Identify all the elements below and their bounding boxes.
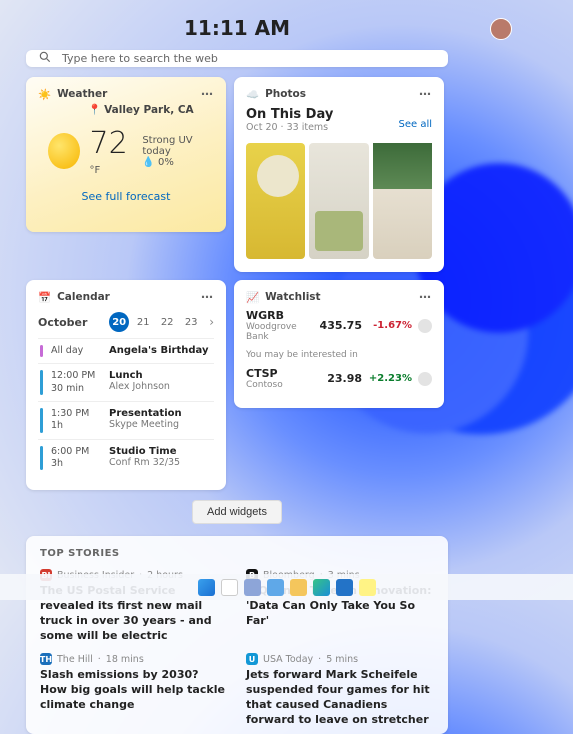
- story-age: 18 mins: [106, 654, 144, 665]
- event-color-bar: [40, 345, 43, 357]
- ticker-price: 435.75: [316, 319, 362, 332]
- photos-widget[interactable]: ☁️ Photos ⋯ On This Day Oct 20 · 33 item…: [234, 77, 444, 272]
- taskbar-search-icon[interactable]: [221, 579, 238, 596]
- calendar-day[interactable]: 23: [181, 312, 201, 332]
- event-subtitle: Skype Meeting: [109, 419, 182, 430]
- photo-thumb[interactable]: [309, 143, 368, 259]
- photo-thumb[interactable]: [373, 143, 432, 259]
- see-full-forecast-link[interactable]: See full forecast: [38, 190, 214, 203]
- taskbar[interactable]: [0, 574, 573, 600]
- source-icon: U: [246, 653, 258, 665]
- calendar-label: Calendar: [57, 291, 110, 303]
- event-color-bar: [40, 446, 43, 471]
- photo-thumb[interactable]: [246, 143, 305, 259]
- event-time: 6:00 PM3h: [51, 446, 101, 471]
- weather-temp: 72: [90, 126, 128, 161]
- photos-strip[interactable]: [246, 143, 432, 259]
- event-subtitle: Alex Johnson: [109, 381, 170, 392]
- story-source: USA Today: [263, 654, 313, 665]
- watchlist-row[interactable]: WGRB Woodgrove Bank 435.75 -1.67%: [246, 304, 432, 347]
- ticker-name: Woodgrove Bank: [246, 322, 310, 342]
- weather-unit: °F: [90, 165, 101, 176]
- photos-label: Photos: [265, 88, 306, 100]
- follow-toggle-icon[interactable]: [418, 319, 432, 333]
- ticker-name: Contoso: [246, 380, 310, 390]
- calendar-event[interactable]: 1:30 PM1h Presentation Skype Meeting: [38, 401, 214, 439]
- source-icon: TH: [40, 653, 52, 665]
- story-age: 5 mins: [326, 654, 358, 665]
- top-stories-heading: TOP STORIES: [40, 548, 434, 559]
- calendar-event[interactable]: 12:00 PM30 min Lunch Alex Johnson: [38, 363, 214, 401]
- weather-more-icon[interactable]: ⋯: [201, 87, 214, 101]
- watchlist-row[interactable]: CTSP Contoso 23.98 +2.23%: [246, 362, 432, 395]
- pin-icon: 📍: [88, 103, 101, 116]
- search-placeholder: Type here to search the web: [62, 52, 218, 65]
- search-box[interactable]: Type here to search the web: [26, 50, 448, 67]
- taskview-icon[interactable]: [244, 579, 261, 596]
- event-title: Studio Time: [109, 446, 180, 457]
- watchlist-more-icon[interactable]: ⋯: [419, 290, 432, 304]
- calendar-day[interactable]: 21: [133, 312, 153, 332]
- outlook-icon[interactable]: [336, 579, 353, 596]
- calendar-event[interactable]: 6:00 PM3h Studio Time Conf Rm 32/35: [38, 439, 214, 477]
- start-icon[interactable]: [198, 579, 215, 596]
- photos-more-icon[interactable]: ⋯: [419, 87, 432, 101]
- event-time: 1:30 PM1h: [51, 408, 101, 433]
- event-title: Lunch: [109, 370, 170, 381]
- event-time: All day: [51, 345, 101, 357]
- story-item[interactable]: U USA Today · 5 mins Jets forward Mark S…: [246, 653, 434, 727]
- edge-icon[interactable]: [313, 579, 330, 596]
- watchlist-hint: You may be interested in: [246, 350, 432, 360]
- weather-label: Weather: [57, 88, 107, 100]
- calendar-month: October: [38, 316, 101, 329]
- weather-location: 📍 Valley Park, CA: [88, 103, 214, 116]
- event-time: 12:00 PM30 min: [51, 370, 101, 395]
- sun-icon: [48, 133, 80, 169]
- ticker-symbol: WGRB: [246, 309, 310, 322]
- event-title: Angela's Birthday: [109, 345, 208, 356]
- widgets-panel: 11:11 AM Type here to search the web ☀️ …: [26, 10, 448, 570]
- weather-icon: ☀️: [38, 88, 51, 101]
- ticker-change: +2.23%: [368, 373, 412, 384]
- top-stories-card: TOP STORIES BI Business Insider · 2 hour…: [26, 536, 448, 734]
- event-title: Presentation: [109, 408, 182, 419]
- photos-see-all-link[interactable]: See all: [398, 119, 432, 130]
- calendar-widget[interactable]: 📅 Calendar ⋯ October 20212223 › All day …: [26, 280, 226, 490]
- event-color-bar: [40, 370, 43, 395]
- add-widgets-button[interactable]: Add widgets: [192, 500, 282, 524]
- panel-clock: 11:11 AM: [184, 16, 290, 40]
- event-color-bar: [40, 408, 43, 433]
- widgets-icon[interactable]: [267, 579, 284, 596]
- calendar-day[interactable]: 22: [157, 312, 177, 332]
- story-title: Slash emissions by 2030? How big goals w…: [40, 668, 228, 713]
- photos-icon: ☁️: [246, 88, 259, 101]
- story-item[interactable]: TH The Hill · 18 mins Slash emissions by…: [40, 653, 228, 727]
- watchlist-label: Watchlist: [265, 291, 320, 303]
- explorer-icon[interactable]: [290, 579, 307, 596]
- follow-toggle-icon[interactable]: [418, 372, 432, 386]
- calendar-day[interactable]: 20: [109, 312, 129, 332]
- chevron-right-icon[interactable]: ›: [209, 315, 214, 329]
- weather-widget[interactable]: ☀️ Weather ⋯ 📍 Valley Park, CA 72 °F Stro…: [26, 77, 226, 232]
- story-source: The Hill: [57, 654, 93, 665]
- calendar-event[interactable]: All day Angela's Birthday: [38, 338, 214, 363]
- watchlist-widget[interactable]: 📈 Watchlist ⋯ WGRB Woodgrove Bank 435.75…: [234, 280, 444, 408]
- watchlist-icon: 📈: [246, 291, 259, 304]
- ticker-price: 23.98: [316, 372, 362, 385]
- calendar-icon: 📅: [38, 291, 51, 304]
- search-icon: [38, 50, 52, 67]
- event-subtitle: Conf Rm 32/35: [109, 457, 180, 468]
- user-avatar[interactable]: [490, 18, 512, 40]
- weather-condition: Strong UV today: [142, 135, 214, 157]
- story-title: Jets forward Mark Scheifele suspended fo…: [246, 668, 434, 727]
- ticker-symbol: CTSP: [246, 367, 310, 380]
- calendar-more-icon[interactable]: ⋯: [201, 290, 214, 304]
- ticker-change: -1.67%: [368, 320, 412, 331]
- weather-humidity: 💧 0%: [142, 157, 214, 168]
- sticky-notes-icon[interactable]: [359, 579, 376, 596]
